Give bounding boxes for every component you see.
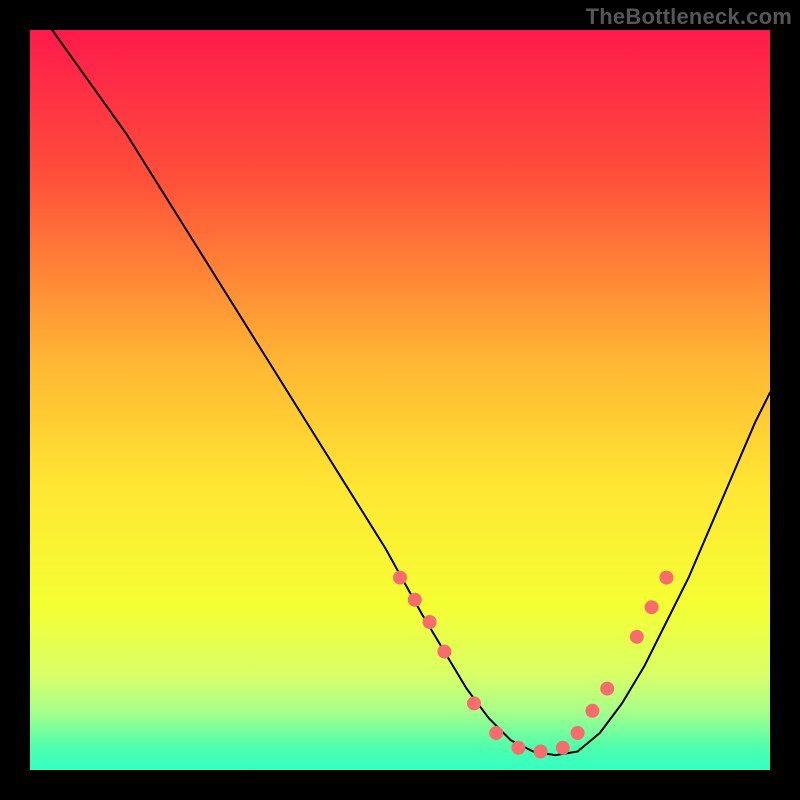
scatter-dot (630, 630, 644, 644)
scatter-dot (659, 571, 673, 585)
scatter-dot (571, 726, 585, 740)
scatter-dot (467, 696, 481, 710)
scatter-dot (393, 571, 407, 585)
chart-background (30, 30, 770, 770)
scatter-dot (600, 682, 614, 696)
scatter-dot (585, 704, 599, 718)
scatter-dot (511, 741, 525, 755)
scatter-dot (437, 645, 451, 659)
scatter-dot (423, 615, 437, 629)
scatter-dot (556, 741, 570, 755)
scatter-dot (645, 600, 659, 614)
scatter-dot (489, 726, 503, 740)
chart-container: TheBottleneck.com (0, 0, 800, 800)
scatter-dot (534, 745, 548, 759)
chart-svg (0, 0, 800, 800)
watermark-text: TheBottleneck.com (586, 4, 792, 30)
scatter-dot (408, 593, 422, 607)
